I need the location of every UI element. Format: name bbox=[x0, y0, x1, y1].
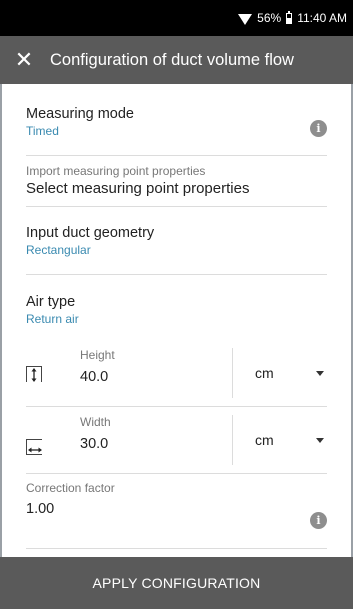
chevron-down-icon bbox=[316, 438, 324, 443]
info-icon[interactable]: i bbox=[310, 512, 327, 529]
clock: 11:40 AM bbox=[297, 11, 347, 25]
width-value: 30.0 bbox=[80, 436, 109, 452]
apply-configuration-button[interactable]: APPLY CONFIGURATION bbox=[0, 557, 353, 609]
width-icon bbox=[26, 439, 42, 455]
duct-geometry-row[interactable]: Input duct geometry Rectangular bbox=[26, 207, 327, 275]
import-properties-row[interactable]: Import measuring point properties Select… bbox=[26, 156, 327, 207]
measuring-mode-row[interactable]: Measuring mode Timed i bbox=[26, 84, 327, 156]
measuring-mode-value: Timed bbox=[26, 124, 59, 138]
height-value: 40.0 bbox=[80, 369, 109, 385]
page-title: Configuration of duct volume flow bbox=[50, 50, 294, 69]
correction-factor-row: Correction factor 1.00 i bbox=[26, 474, 327, 549]
height-unit: cm bbox=[255, 365, 274, 381]
app-bar: ✕ Configuration of duct volume flow bbox=[0, 36, 353, 84]
configuration-form: Measuring mode Timed i Import measuring … bbox=[0, 84, 353, 557]
width-label: Width bbox=[80, 415, 111, 429]
air-type-label: Air type bbox=[26, 294, 76, 310]
info-icon[interactable]: i bbox=[310, 120, 327, 137]
duct-geometry-value: Rectangular bbox=[26, 243, 91, 257]
air-type-value: Return air bbox=[26, 312, 79, 326]
correction-factor-input[interactable]: 1.00 bbox=[26, 501, 327, 517]
height-unit-select[interactable]: cm bbox=[232, 348, 327, 398]
height-label: Height bbox=[80, 348, 115, 362]
status-bar: 56% 11:40 AM bbox=[0, 0, 353, 36]
chevron-down-icon bbox=[316, 371, 324, 376]
height-icon bbox=[26, 366, 42, 382]
width-row: Width 30.0 cm bbox=[26, 407, 327, 474]
width-field[interactable]: Width 30.0 bbox=[80, 415, 111, 452]
battery-percent: 56% bbox=[257, 11, 282, 25]
import-properties-label: Import measuring point properties bbox=[26, 164, 206, 178]
duct-geometry-label: Input duct geometry bbox=[26, 225, 155, 241]
width-unit: cm bbox=[255, 432, 274, 448]
air-type-row[interactable]: Air type Return air bbox=[26, 275, 327, 340]
import-properties-value: Select measuring point properties bbox=[26, 180, 250, 197]
height-field[interactable]: Height 40.0 bbox=[80, 348, 115, 385]
close-icon[interactable]: ✕ bbox=[0, 36, 48, 84]
width-unit-select[interactable]: cm bbox=[232, 415, 327, 465]
correction-factor-label: Correction factor bbox=[26, 481, 115, 495]
wifi-icon bbox=[238, 13, 253, 25]
battery-icon bbox=[286, 10, 293, 24]
height-row: Height 40.0 cm bbox=[26, 340, 327, 407]
measuring-mode-label: Measuring mode bbox=[26, 106, 134, 122]
